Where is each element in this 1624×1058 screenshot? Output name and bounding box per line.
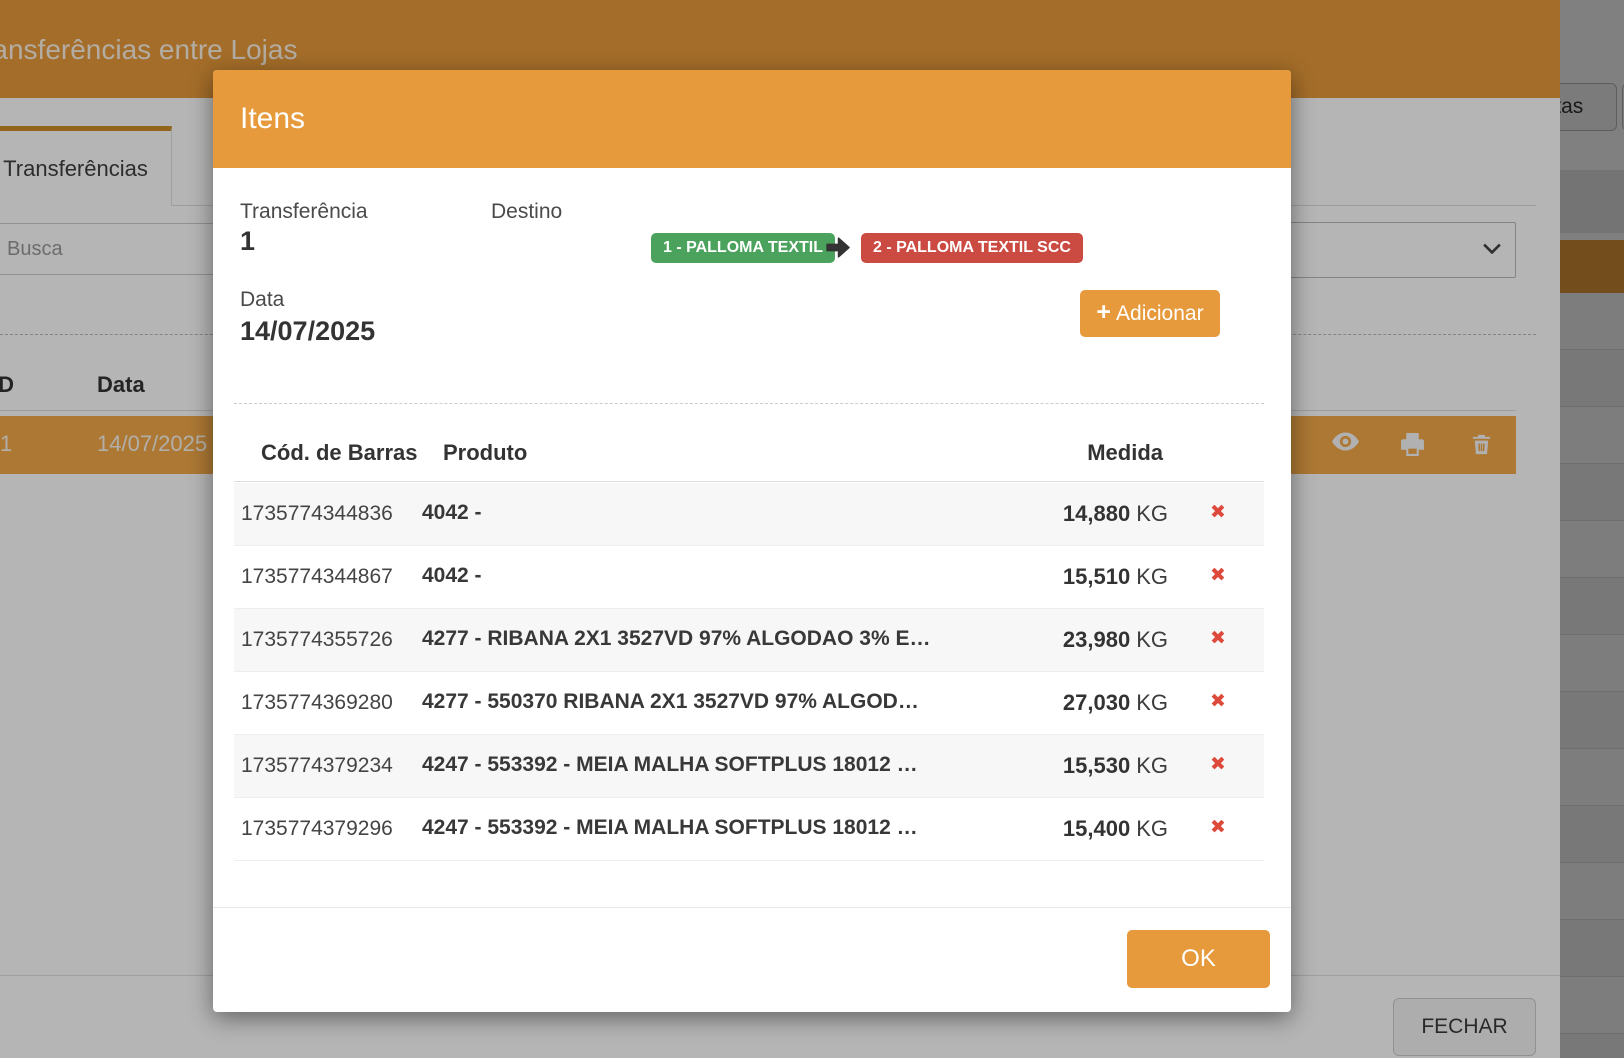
items-table: 1735774344836 4042 - 14,880KG ✖ 17357743… <box>234 483 1264 861</box>
item-barcode: 1735774379234 <box>241 754 393 778</box>
item-measure: 27,030KG <box>1063 690 1168 716</box>
item-product: 4247 - 553392 - MEIA MALHA SOFTPLUS 1801… <box>422 753 918 777</box>
items-modal: Itens Transferência 1 Destino 1 - PALLOM… <box>213 70 1291 1012</box>
remove-item-icon[interactable]: ✖ <box>1208 501 1228 523</box>
destination-label: Destino <box>491 200 562 224</box>
item-barcode: 1735774369280 <box>241 691 393 715</box>
item-product: 4042 - <box>422 564 482 588</box>
modal-footer-border <box>213 907 1291 908</box>
remove-item-icon[interactable]: ✖ <box>1208 627 1228 649</box>
item-barcode: 1735774344836 <box>241 502 393 526</box>
add-item-button[interactable]: + Adicionar <box>1080 290 1220 337</box>
arrow-right-icon <box>824 234 851 266</box>
date-value: 14/07/2025 <box>240 316 375 347</box>
item-barcode: 1735774355726 <box>241 628 393 652</box>
destination-store-badge: 2 - PALLOMA TEXTIL SCC <box>861 233 1083 263</box>
item-product: 4277 - RIBANA 2X1 3527VD 97% ALGODAO 3% … <box>422 627 930 651</box>
table-row: 1735774379234 4247 - 553392 - MEIA MALHA… <box>234 735 1264 798</box>
item-measure: 15,400KG <box>1063 816 1168 842</box>
origin-store-badge: 1 - PALLOMA TEXTIL <box>651 233 835 263</box>
remove-item-icon[interactable]: ✖ <box>1208 690 1228 712</box>
item-barcode: 1735774379296 <box>241 817 393 841</box>
table-row: 1735774379296 4247 - 553392 - MEIA MALHA… <box>234 798 1264 861</box>
modal-section-divider <box>234 403 1264 404</box>
transfer-value: 1 <box>240 226 255 257</box>
item-measure: 15,510KG <box>1063 564 1168 590</box>
date-label: Data <box>240 288 284 312</box>
transfer-label: Transferência <box>240 200 368 224</box>
item-measure: 15,530KG <box>1063 753 1168 779</box>
item-product: 4247 - 553392 - MEIA MALHA SOFTPLUS 1801… <box>422 816 918 840</box>
add-item-label: Adicionar <box>1116 302 1204 326</box>
remove-item-icon[interactable]: ✖ <box>1208 816 1228 838</box>
remove-item-icon[interactable]: ✖ <box>1208 753 1228 775</box>
column-header-measure: Medida <box>1087 440 1163 466</box>
item-measure: 23,980KG <box>1063 627 1168 653</box>
table-row: 1735774344836 4042 - 14,880KG ✖ <box>234 483 1264 546</box>
table-row: 1735774369280 4277 - 550370 RIBANA 2X1 3… <box>234 672 1264 735</box>
column-header-product: Produto <box>443 440 527 466</box>
item-measure: 14,880KG <box>1063 501 1168 527</box>
item-barcode: 1735774344867 <box>241 565 393 589</box>
column-header-barcode: Cód. de Barras <box>261 440 418 466</box>
modal-title: Itens <box>240 102 305 136</box>
item-product: 4277 - 550370 RIBANA 2X1 3527VD 97% ALGO… <box>422 690 919 714</box>
table-row: 1735774355726 4277 - RIBANA 2X1 3527VD 9… <box>234 609 1264 672</box>
screen: Etiquetas Transferências entre Lojas Tra… <box>0 0 1624 1058</box>
table-row: 1735774344867 4042 - 15,510KG ✖ <box>234 546 1264 609</box>
plus-icon: + <box>1096 298 1111 327</box>
items-modal-header: Itens <box>213 70 1291 168</box>
item-product: 4042 - <box>422 501 482 525</box>
modal-table-header-border <box>234 481 1264 482</box>
ok-button[interactable]: OK <box>1127 930 1270 988</box>
remove-item-icon[interactable]: ✖ <box>1208 564 1228 586</box>
